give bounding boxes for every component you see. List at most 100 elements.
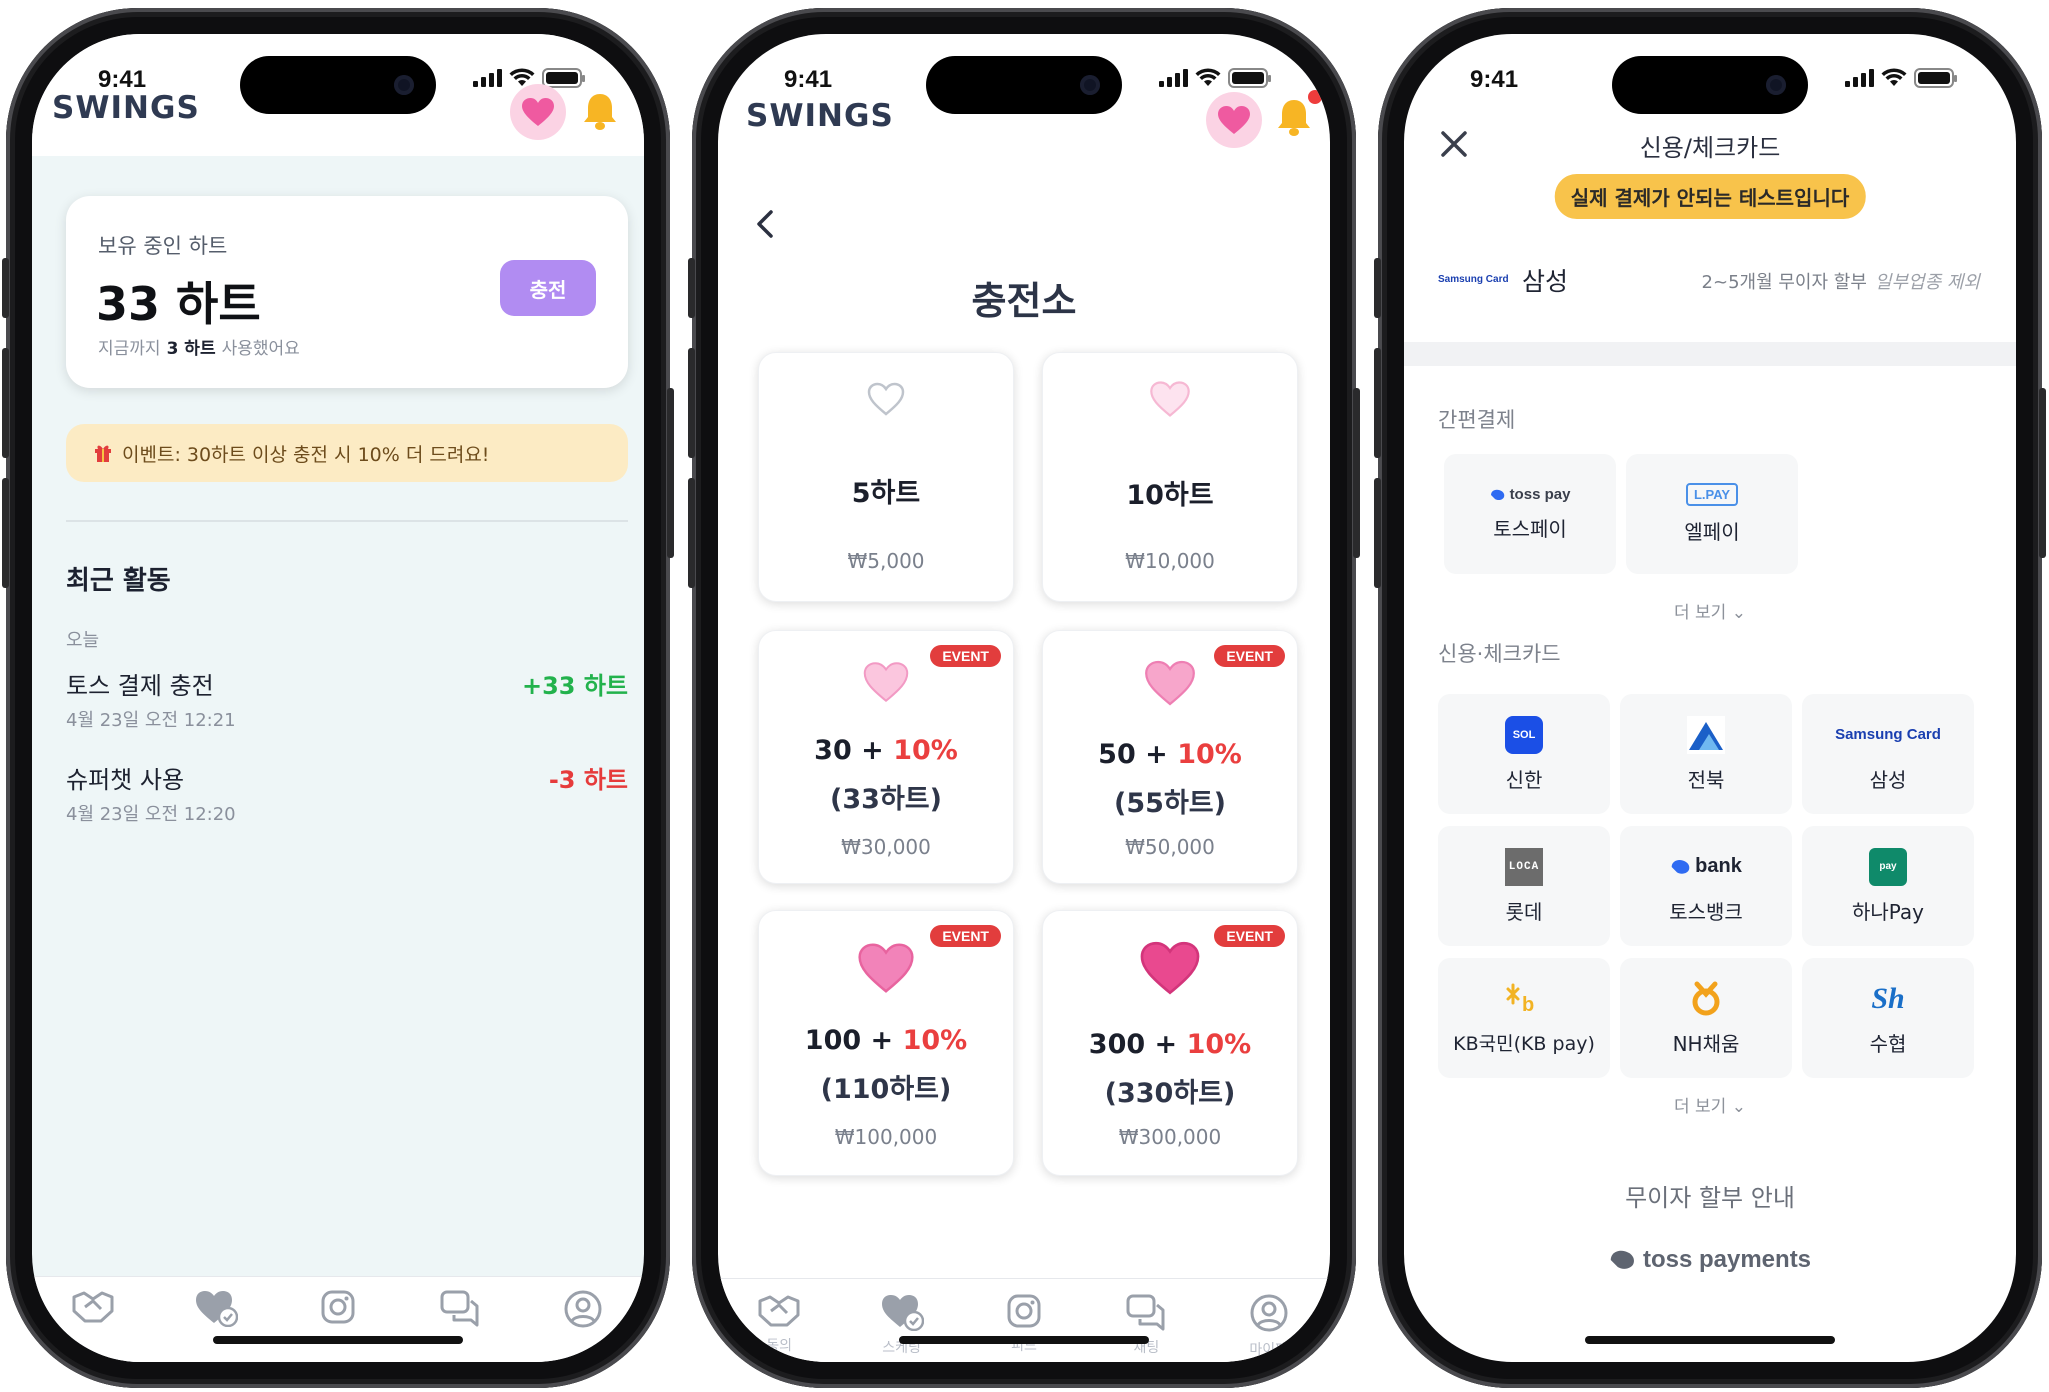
status-time: 9:41 xyxy=(784,66,833,93)
home-indicator[interactable] xyxy=(899,1336,1149,1344)
card-label: 수협 xyxy=(1869,1031,1907,1056)
profile-icon xyxy=(1250,1294,1288,1332)
more-simple-pay-button[interactable]: 더 보기 ⌄ xyxy=(1404,598,2016,623)
signal-icon xyxy=(473,69,502,87)
heart-pink-icon xyxy=(858,943,914,993)
package-price: ₩100,000 xyxy=(834,1125,938,1149)
hana-pay-icon: pay xyxy=(1869,847,1907,886)
package-card[interactable]: EVENT 300 + 10% (330하트) ₩300,000 xyxy=(1042,910,1298,1176)
tab-chat[interactable]: 채팅 xyxy=(1101,1293,1191,1362)
package-name: 5하트 xyxy=(851,478,921,509)
selected-card-row[interactable]: Samsung Card 삼성 2~5개월 무이자 할부 일부업종 제외 xyxy=(1404,252,2016,308)
heart-shop-button[interactable] xyxy=(1206,92,1262,148)
pay-option-label: 토스페이 xyxy=(1493,517,1567,541)
samsung-card-logo-text: Samsung Card xyxy=(1835,726,1941,743)
card-label: 토스뱅크 xyxy=(1669,899,1743,924)
tab-feed[interactable] xyxy=(293,1289,383,1362)
card-option-nh[interactable]: NH채움 xyxy=(1620,958,1792,1078)
charge-button[interactable]: 충전 xyxy=(500,260,596,316)
toss-bank-icon: bank xyxy=(1670,848,1742,886)
tab-chat[interactable] xyxy=(415,1289,505,1362)
toss-logo-icon xyxy=(1671,859,1690,874)
status-icons xyxy=(1845,68,1957,88)
package-base: 50 + xyxy=(1098,739,1168,770)
package-card[interactable]: 5하트 ₩5,000 xyxy=(758,352,1014,602)
handshake-icon xyxy=(758,1295,800,1327)
home-indicator[interactable] xyxy=(1585,1336,1835,1344)
heart-pink-icon xyxy=(863,662,909,703)
installment-note: 2~5개월 무이자 할부 일부업종 제외 xyxy=(1702,268,1980,294)
chat-icon xyxy=(440,1290,479,1327)
package-card[interactable]: EVENT 30 + 10% (33하트) ₩30,000 xyxy=(758,630,1014,884)
tosspay-logo-text: toss pay xyxy=(1509,486,1571,503)
event-banner[interactable]: 이벤트: 30하트 이상 충전 시 10% 더 드려요! xyxy=(66,424,628,482)
heart-light-icon xyxy=(1150,381,1190,417)
svg-text:b: b xyxy=(1522,994,1534,1016)
signal-icon xyxy=(1845,69,1874,87)
card-option-shinhan[interactable]: SOL 신한 xyxy=(1438,694,1610,814)
card-option-kb[interactable]: b KB국민(KB pay) xyxy=(1438,958,1610,1078)
card-option-lotte[interactable]: LOCA 롯데 xyxy=(1438,826,1610,946)
package-name: 30 + 10% xyxy=(759,735,1013,766)
loca-logo-text: LOCA xyxy=(1508,860,1540,873)
screen-balance: 9:41 SWINGS 보유 중인 하트 33 하트 지금까지 3 하트 사용했어요… xyxy=(32,34,644,1362)
card-section-label: 신용·체크카드 xyxy=(1438,642,1561,666)
card-label: 신한 xyxy=(1505,767,1543,792)
tab-skating[interactable]: 스케팅 xyxy=(857,1293,947,1362)
package-bonus-percent: 10% xyxy=(893,735,958,766)
package-price: ₩5,000 xyxy=(847,549,925,573)
recent-activity-title: 최근 활동 xyxy=(66,566,171,596)
profile-icon xyxy=(564,1290,602,1328)
card-label: 삼성 xyxy=(1869,767,1907,792)
more-cards-button[interactable]: 더 보기 ⌄ xyxy=(1404,1092,2016,1117)
notification-button[interactable] xyxy=(576,88,624,136)
package-card[interactable]: EVENT 100 + 10% (110하트) ₩100,000 xyxy=(758,910,1014,1176)
heart-shop-button[interactable] xyxy=(510,84,566,140)
package-bonus-percent: 10% xyxy=(1177,739,1242,770)
package-name: 100 + 10% xyxy=(759,1025,1013,1056)
card-option-tossbank[interactable]: bank 토스뱅크 xyxy=(1620,826,1792,946)
notification-button[interactable] xyxy=(1270,90,1322,142)
battery-icon xyxy=(1914,68,1957,88)
wifi-icon xyxy=(1195,68,1221,86)
phone-frame-shop: 9:41 SWINGS 충전소 5하트 ₩5,000 10하트 ₩10,000 xyxy=(688,8,1360,1388)
card-option-hanapay[interactable]: pay 하나Pay xyxy=(1802,826,1974,946)
card-option-samsung[interactable]: Samsung Card 삼성 xyxy=(1802,694,1974,814)
balance-card: 보유 중인 하트 33 하트 지금까지 3 하트 사용했어요 충전 xyxy=(66,196,628,388)
screen-shop: 9:41 SWINGS 충전소 5하트 ₩5,000 10하트 ₩10,000 xyxy=(718,34,1330,1362)
package-bonus: (330하트) xyxy=(1104,1078,1236,1109)
chevron-down-icon: ⌄ xyxy=(1731,1097,1746,1117)
home-indicator[interactable] xyxy=(213,1336,463,1344)
tab-handshake[interactable] xyxy=(48,1289,138,1362)
samsung-card-logo: Samsung Card xyxy=(1438,274,1509,285)
kb-icon: b xyxy=(1506,983,1534,1016)
card-label: NH채움 xyxy=(1672,1031,1740,1056)
tab-mypage[interactable] xyxy=(538,1289,628,1362)
tab-match[interactable] xyxy=(171,1289,261,1362)
back-chevron-icon[interactable] xyxy=(746,204,786,244)
status-icons xyxy=(1159,68,1271,88)
selected-card-name: 삼성 xyxy=(1522,267,1569,296)
activity-amount: +33 하트 xyxy=(521,672,628,700)
heart-icon xyxy=(1218,106,1250,134)
package-card[interactable]: 10하트 ₩10,000 xyxy=(1042,352,1298,602)
installment-text: 2~5개월 무이자 할부 xyxy=(1701,272,1867,293)
tab-mypage[interactable]: 마이페 xyxy=(1224,1293,1314,1362)
heart-pink-icon xyxy=(1145,660,1195,706)
pay-option-tosspay[interactable]: toss pay 토스페이 xyxy=(1444,454,1616,574)
tab-feed[interactable]: 피드 xyxy=(979,1293,1069,1362)
pay-option-lpay[interactable]: L.PAY 엘페이 xyxy=(1626,454,1798,574)
installment-guide-link[interactable]: 무이자 할부 안내 xyxy=(1404,1178,2016,1213)
toss-logo-icon xyxy=(1610,1250,1634,1269)
usage-summary: 지금까지 3 하트 사용했어요 xyxy=(98,334,300,359)
card-option-jeonbuk[interactable]: 전북 xyxy=(1620,694,1792,814)
card-option-suhyup[interactable]: Sh 수협 xyxy=(1802,958,1974,1078)
tab-agree[interactable]: 동의 xyxy=(734,1293,824,1362)
wifi-icon xyxy=(1881,68,1907,86)
activity-name: 슈퍼챗 사용 xyxy=(66,766,185,794)
package-price: ₩300,000 xyxy=(1118,1125,1222,1149)
dynamic-island xyxy=(240,56,436,114)
toss-bank-logo-text: bank xyxy=(1695,855,1742,877)
package-card[interactable]: EVENT 50 + 10% (55하트) ₩50,000 xyxy=(1042,630,1298,884)
pay-option-label: 엘페이 xyxy=(1684,520,1740,544)
